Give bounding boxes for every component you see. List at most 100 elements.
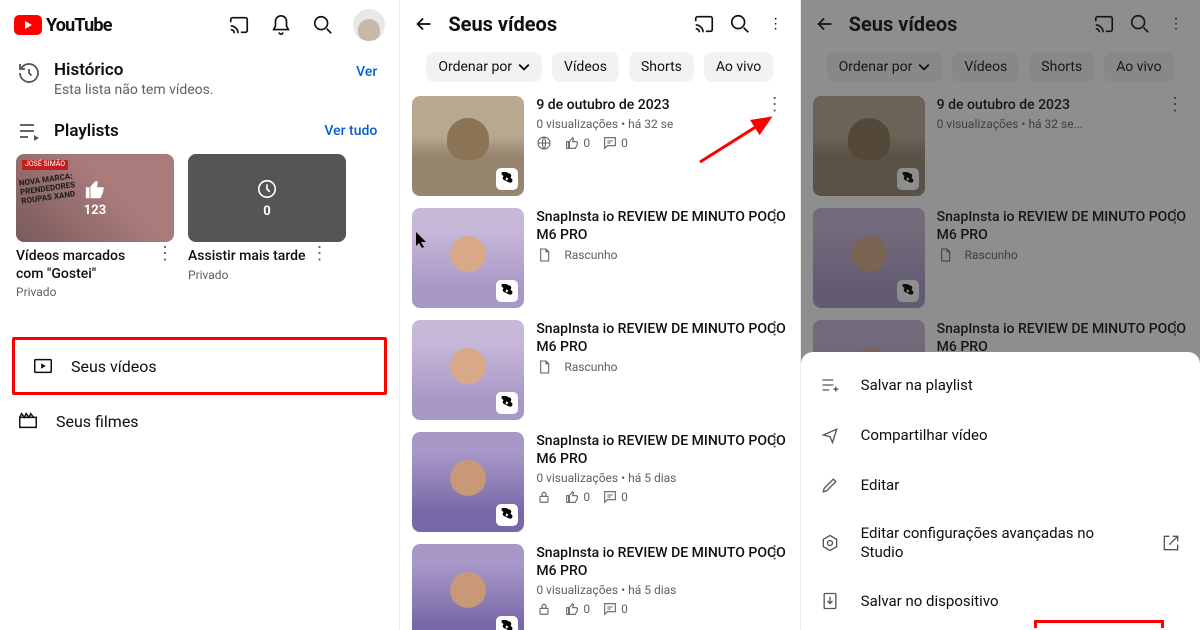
back-icon[interactable]	[813, 12, 837, 36]
bell-icon[interactable]	[269, 13, 293, 37]
video-thumb[interactable]	[813, 96, 925, 196]
visibility-icon	[536, 601, 552, 617]
draft-icon	[536, 359, 552, 375]
history-subtitle: Esta lista não tem vídeos.	[54, 82, 214, 98]
playlists-icon	[16, 118, 42, 144]
external-icon	[1160, 532, 1182, 554]
video-row[interactable]: 9 de outubro de 2023 0 visualizações • há…	[412, 90, 787, 202]
video-more-icon[interactable]: ⋮	[1162, 96, 1188, 114]
draft-label: Rascunho	[564, 248, 617, 262]
chip-sort[interactable]: Ordenar por	[827, 52, 943, 82]
sheet-share[interactable]: Compartilhar vídeo	[801, 410, 1200, 460]
sheet-advanced[interactable]: Editar configurações avançadas no Studio	[801, 510, 1200, 576]
sheet-save-device[interactable]: Salvar no dispositivo	[801, 576, 1200, 626]
more-icon[interactable]: ⋮	[1164, 12, 1188, 36]
your-films-icon	[16, 409, 40, 433]
comment-count: 0	[602, 489, 628, 505]
video-more-icon[interactable]: ⋮	[762, 96, 788, 114]
shorts-badge-icon	[496, 392, 518, 414]
youtube-logo[interactable]: YouTube	[14, 15, 112, 36]
video-title: SnapInsta io REVIEW DE MINUTO POCO M6 PR…	[536, 544, 787, 580]
video-more-icon[interactable]: ⋮	[762, 320, 788, 338]
chip-shorts[interactable]: Shorts	[629, 52, 694, 82]
playlist-add-icon	[819, 374, 841, 396]
draft-icon	[937, 247, 953, 263]
like-count: 0	[564, 489, 590, 505]
video-title: SnapInsta io REVIEW DE MINUTO POCO M6 PR…	[536, 208, 787, 244]
video-subline: 0 visualizações • há 5 dias	[536, 471, 787, 485]
history-ver-link[interactable]: Ver	[350, 60, 383, 84]
chip-sort[interactable]: Ordenar por	[426, 52, 542, 82]
topbar-library: YouTube	[0, 0, 399, 50]
chip-live[interactable]: Ao vivo	[704, 52, 773, 82]
video-row[interactable]: SnapInsta io REVIEW DE MINUTO POCO M6 PR…	[412, 202, 787, 314]
download-icon	[819, 590, 841, 612]
annotation-highlight	[1034, 620, 1164, 628]
video-thumb[interactable]	[412, 320, 524, 420]
edit-icon	[819, 474, 841, 496]
chip-videos[interactable]: Vídeos	[552, 52, 619, 82]
visibility-icon	[536, 489, 552, 505]
search-icon[interactable]	[728, 12, 752, 36]
video-subline: 0 visualizações • há 32 se...	[937, 117, 1188, 131]
nav-your-films-label: Seus filmes	[56, 412, 139, 431]
video-row[interactable]: SnapInsta io REVIEW DE MINUTO POCO M6 PR…	[412, 426, 787, 538]
shorts-badge-icon	[496, 616, 518, 630]
chip-live[interactable]: Ao vivo	[1104, 52, 1173, 82]
cast-icon[interactable]	[1092, 12, 1116, 36]
nav-your-videos[interactable]: Seus vídeos	[12, 337, 387, 395]
video-more-icon[interactable]: ⋮	[762, 544, 788, 562]
video-row[interactable]: SnapInsta io REVIEW DE MINUTO POCO M6 PR…	[412, 314, 787, 426]
video-more-icon[interactable]: ⋮	[762, 432, 788, 450]
sheet-save-playlist[interactable]: Salvar na playlist	[801, 360, 1200, 410]
sheet-edit[interactable]: Editar	[801, 460, 1200, 510]
bottom-sheet: Salvar na playlist Compartilhar vídeo Ed…	[801, 352, 1200, 630]
video-row[interactable]: SnapInsta io REVIEW DE MINUTO POCO M6 PR…	[412, 538, 787, 630]
playlists-ver-tudo-link[interactable]: Ver tudo	[318, 119, 383, 143]
avatar[interactable]	[353, 9, 385, 41]
search-icon[interactable]	[311, 13, 335, 37]
video-subline: 0 visualizações • há 5 dias	[536, 583, 787, 597]
more-icon[interactable]: ⋮	[764, 12, 788, 36]
video-title: SnapInsta io REVIEW DE MINUTO POCO M6 PR…	[937, 320, 1188, 356]
playlist-title: Vídeos marcados com "Gostei"	[16, 248, 152, 283]
history-icon	[16, 60, 42, 86]
like-count: 0	[564, 135, 590, 151]
shorts-badge-icon	[897, 280, 919, 302]
playlists-title: Playlists	[54, 121, 119, 141]
share-icon	[819, 424, 841, 446]
playlist-more-icon[interactable]: ⋮	[310, 248, 330, 260]
chip-videos[interactable]: Vídeos	[952, 52, 1019, 82]
shorts-badge-icon	[897, 168, 919, 190]
video-subline: 0 visualizações • há 32 se	[536, 117, 787, 131]
video-more-icon[interactable]: ⋮	[1162, 320, 1188, 338]
video-title: 9 de outubro de 2023	[937, 96, 1188, 114]
your-videos-icon	[31, 354, 55, 378]
video-thumb[interactable]	[813, 208, 925, 308]
playlist-card-watchlater[interactable]: 0 Assistir mais tarde Privado ⋮	[188, 154, 346, 299]
video-row[interactable]: 9 de outubro de 2023 0 visualizações • há…	[813, 90, 1188, 202]
video-more-icon[interactable]: ⋮	[1162, 208, 1188, 226]
video-thumb[interactable]	[412, 208, 524, 308]
video-title: 9 de outubro de 2023	[536, 96, 787, 114]
nav-your-films[interactable]: Seus filmes	[0, 395, 399, 447]
video-title: SnapInsta io REVIEW DE MINUTO POCO M6 PR…	[536, 320, 787, 356]
video-more-icon[interactable]: ⋮	[762, 208, 788, 226]
cast-icon[interactable]	[227, 13, 251, 37]
chip-shorts[interactable]: Shorts	[1029, 52, 1094, 82]
playlist-more-icon[interactable]: ⋮	[156, 248, 174, 260]
history-section: Histórico Esta lista não tem vídeos. Ver	[16, 60, 383, 98]
search-icon[interactable]	[1128, 12, 1152, 36]
video-thumb[interactable]	[412, 544, 524, 630]
playlist-privacy: Privado	[188, 268, 306, 282]
draft-label: Rascunho	[965, 248, 1018, 262]
shorts-badge-icon	[496, 168, 518, 190]
cast-icon[interactable]	[692, 12, 716, 36]
video-thumb[interactable]	[412, 432, 524, 532]
video-thumb[interactable]	[412, 96, 524, 196]
studio-icon	[819, 532, 841, 554]
video-row[interactable]: SnapInsta io REVIEW DE MINUTO POCO M6 PR…	[813, 202, 1188, 314]
back-icon[interactable]	[412, 12, 436, 36]
playlist-privacy: Privado	[16, 285, 152, 299]
playlist-card-liked[interactable]: JOSÉ SIMÃO NOVA MARCA: PRENDEDORES ROUPA…	[16, 154, 174, 299]
